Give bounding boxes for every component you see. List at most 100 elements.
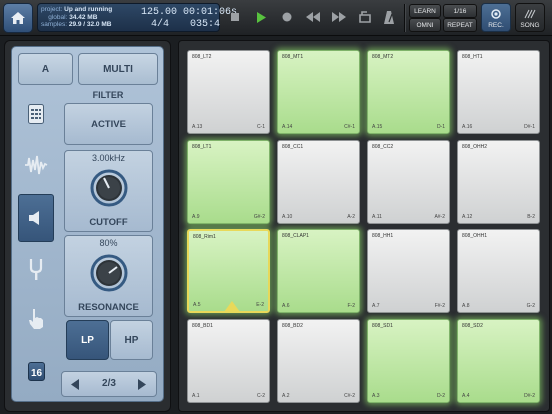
cutoff-control: 3.00kHz CUTOFF	[64, 150, 153, 232]
pad-sample-name: 808_CC1	[282, 144, 304, 150]
pad-note: C-2	[256, 393, 265, 399]
drum-pad[interactable]: 808_BD2 A.2 C#-2	[277, 319, 360, 403]
drum-pad[interactable]: 808_CC2 A.11 A#-2	[367, 140, 450, 224]
resonance-knob[interactable]	[90, 254, 128, 292]
active-label: ACTIVE	[91, 119, 126, 130]
drum-pad[interactable]: 808_MT1 A.14 C#-1	[277, 50, 360, 134]
pad-note: D-2	[436, 393, 445, 399]
step-badge[interactable]: 16	[28, 362, 45, 381]
repeat-rate-button[interactable]: 1/16	[443, 4, 477, 18]
sidebar-item-sequencer[interactable]	[18, 90, 54, 138]
learn-button[interactable]: LEARN	[409, 4, 441, 18]
drum-pad[interactable]: 808_BD1 A.1 C-2	[187, 319, 270, 403]
record-icon	[282, 12, 292, 22]
pad-sample-name: 808_SD1	[372, 323, 393, 329]
drum-pad[interactable]: 808_Rim1 A.5 E-2	[187, 229, 270, 313]
pad-note: A-2	[347, 214, 355, 220]
pad-note: D#-2	[524, 393, 535, 399]
position-readout: 035:4	[190, 19, 221, 30]
pad-sample-name: 808_BD1	[192, 323, 213, 329]
pad-number: A.16	[462, 124, 473, 130]
samples-memory: 29.9 / 32.0 MB	[68, 21, 112, 28]
drum-pad[interactable]: 808_LT2 A.13 C-1	[187, 50, 270, 134]
drum-pad[interactable]: 808_SD1 A.3 D-2	[367, 319, 450, 403]
time-signature: 4/4	[151, 19, 170, 30]
pad-note: D#-1	[524, 124, 535, 130]
highpass-button[interactable]: HP	[110, 320, 153, 360]
tab-a[interactable]: A	[18, 53, 73, 85]
drum-pad[interactable]: 808_CLAP1 A.6 F-2	[277, 229, 360, 313]
top-toolbar: project: Up and running global: 34.42 MB…	[0, 0, 552, 36]
metronome-button[interactable]	[379, 6, 399, 28]
waveform-icon	[25, 155, 48, 175]
pad-sample-name: 808_OHH1	[462, 233, 488, 239]
play-icon	[257, 11, 266, 23]
pad-sample-name: 808_MT1	[282, 54, 304, 60]
sidebar-item-touch[interactable]	[18, 295, 54, 343]
rec-mode-button[interactable]: REC.	[481, 3, 511, 32]
filter-active-toggle[interactable]: ACTIVE	[64, 103, 153, 145]
cutoff-value: 3.00kHz	[91, 153, 126, 163]
lowpass-button[interactable]: LP	[66, 320, 109, 360]
drum-pad[interactable]: 808_OHH1 A.8 G-2	[457, 229, 540, 313]
pad-note: G#-2	[253, 214, 265, 220]
sidebar-item-tuning[interactable]	[18, 245, 54, 293]
pad-sample-name: 808_CLAP1	[282, 233, 309, 239]
fast-forward-icon	[332, 12, 346, 22]
sidebar-item-sample[interactable]	[18, 141, 54, 189]
pad-number: A.13	[192, 124, 203, 130]
song-mode-icon	[524, 9, 536, 19]
repeat-button[interactable]: REPEAT	[443, 18, 477, 32]
song-mode-button[interactable]: SONG	[515, 3, 545, 32]
pad-note: C#-2	[344, 393, 355, 399]
pad-number: A.15	[372, 124, 383, 130]
resonance-label: RESONANCE	[78, 302, 139, 313]
omni-button[interactable]: OMNI	[409, 18, 441, 32]
fast-forward-button[interactable]	[329, 6, 349, 28]
pad-number: A.8	[462, 303, 470, 309]
rec-mode-icon	[491, 9, 501, 19]
pad-number: A.1	[192, 393, 200, 399]
tab-multi[interactable]: MULTI	[78, 53, 158, 85]
home-icon	[11, 12, 25, 24]
loop-button[interactable]	[355, 6, 375, 28]
rewind-button[interactable]	[303, 6, 323, 28]
stop-icon	[230, 12, 239, 21]
drum-pad[interactable]: 808_OHH2 A.12 B-2	[457, 140, 540, 224]
sidebar-item-sound[interactable]	[18, 194, 54, 242]
home-button[interactable]	[3, 3, 33, 33]
drum-pad[interactable]: 808_SD2 A.4 D#-2	[457, 319, 540, 403]
pad-number: A.2	[282, 393, 290, 399]
pad-note: G-2	[526, 303, 535, 309]
rec-mode-label: REC.	[488, 22, 504, 29]
drum-pad[interactable]: 808_CC1 A.10 A-2	[277, 140, 360, 224]
drum-pad[interactable]: 808_HH1 A.7 F#-2	[367, 229, 450, 313]
drum-pad[interactable]: 808_HT1 A.16 D#-1	[457, 50, 540, 134]
pad-sample-name: 808_Rim1	[193, 234, 216, 240]
cutoff-knob[interactable]	[90, 169, 128, 207]
resonance-control: 80% RESONANCE	[64, 235, 153, 317]
section-nav: 16	[16, 88, 56, 396]
pad-sample-name: 808_MT2	[372, 54, 394, 60]
pad-number: A.7	[372, 303, 380, 309]
page-selector: 2/3	[61, 371, 157, 397]
drum-pad[interactable]: 808_LT1 A.9 G#-2	[187, 140, 270, 224]
pad-note: F#-2	[434, 303, 445, 309]
pad-number: A.9	[192, 214, 200, 220]
play-button[interactable]	[251, 6, 271, 28]
pad-number: A.12	[462, 214, 473, 220]
pad-note: C-1	[256, 124, 265, 130]
stop-button[interactable]	[225, 6, 245, 28]
pad-note: C#-1	[344, 124, 355, 130]
drum-pad[interactable]: 808_MT2 A.15 D-1	[367, 50, 450, 134]
next-page-icon[interactable]	[138, 379, 147, 390]
pad-sample-name: 808_HH1	[372, 233, 394, 239]
cutoff-label: CUTOFF	[89, 217, 128, 228]
pad-sample-name: 808_LT1	[192, 144, 212, 150]
pad-note: A#-2	[434, 214, 445, 220]
app-root: project: Up and running global: 34.42 MB…	[0, 0, 552, 414]
record-button[interactable]	[277, 6, 297, 28]
status-info: project: Up and running global: 34.42 MB…	[41, 6, 113, 28]
song-mode-label: SONG	[520, 22, 540, 29]
global-memory: 34.42 MB	[69, 13, 98, 21]
